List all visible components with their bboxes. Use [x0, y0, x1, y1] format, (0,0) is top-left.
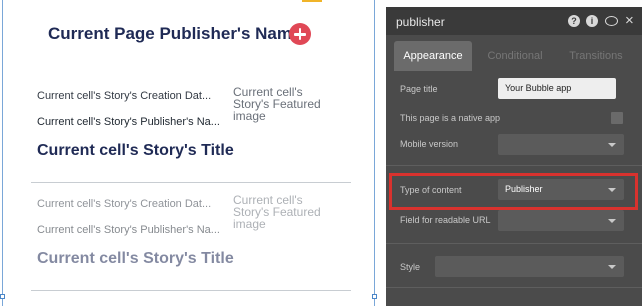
comment-icon[interactable]: [605, 16, 618, 26]
story-creation-date[interactable]: Current cell's Story's Creation Dat...: [37, 90, 211, 102]
mobile-version-label: Mobile version: [400, 139, 459, 149]
resize-handle-left[interactable]: [0, 294, 5, 299]
tab-conditional[interactable]: Conditional: [476, 41, 554, 71]
property-editor: publisher ? i × Appearance Conditional T…: [386, 7, 642, 306]
page-title-label: Page title: [400, 84, 438, 94]
canvas-right-edge: [374, 0, 375, 306]
page-title-input[interactable]: Your Bubble app: [498, 78, 616, 99]
add-icon[interactable]: [289, 23, 311, 45]
story-title: Current cell's Story's Title: [37, 250, 234, 267]
native-app-label: This page is a native app: [400, 113, 501, 123]
tab-appearance[interactable]: Appearance: [394, 41, 472, 71]
story-creation-date: Current cell's Story's Creation Dat...: [37, 198, 212, 210]
readable-url-dropdown[interactable]: [498, 210, 624, 231]
cell-divider: [31, 290, 351, 291]
story-publisher-name[interactable]: Current cell's Story's Publisher's Na...: [37, 116, 220, 128]
page-publisher-name[interactable]: Current Page Publisher's Name: [48, 24, 301, 44]
story-publisher-name: Current cell's Story's Publisher's Na...: [37, 224, 220, 236]
annotation-highlight-box: [389, 173, 638, 210]
canvas-top-accent: [302, 0, 322, 2]
panel-separator: [386, 165, 642, 166]
readable-url-label: Field for readable URL: [400, 215, 491, 225]
info-icon[interactable]: i: [586, 15, 598, 27]
native-app-checkbox[interactable]: [611, 112, 623, 124]
chevron-down-icon: [608, 219, 616, 223]
resize-handle-right[interactable]: [372, 294, 377, 299]
panel-separator: [386, 287, 642, 288]
cell-divider: [31, 182, 351, 183]
page-canvas: Current Page Publisher's Name Current ce…: [0, 0, 384, 306]
story-featured-image[interactable]: Current cell's Story's Featured image: [233, 86, 333, 122]
chevron-down-icon: [608, 265, 616, 269]
style-dropdown[interactable]: [435, 256, 624, 277]
panel-title: publisher: [396, 15, 445, 29]
close-icon[interactable]: ×: [625, 13, 634, 28]
panel-separator: [386, 243, 642, 244]
chevron-down-icon: [608, 143, 616, 147]
story-featured-image: Current cell's Story's Featured image: [233, 193, 321, 231]
mobile-version-dropdown[interactable]: [498, 134, 624, 155]
style-label: Style: [400, 262, 421, 272]
story-title[interactable]: Current cell's Story's Title: [37, 142, 234, 160]
help-icon[interactable]: ?: [568, 15, 580, 27]
canvas-left-edge: [2, 0, 3, 306]
panel-header[interactable]: publisher ? i ×: [386, 7, 642, 35]
tab-transitions[interactable]: Transitions: [556, 41, 636, 71]
